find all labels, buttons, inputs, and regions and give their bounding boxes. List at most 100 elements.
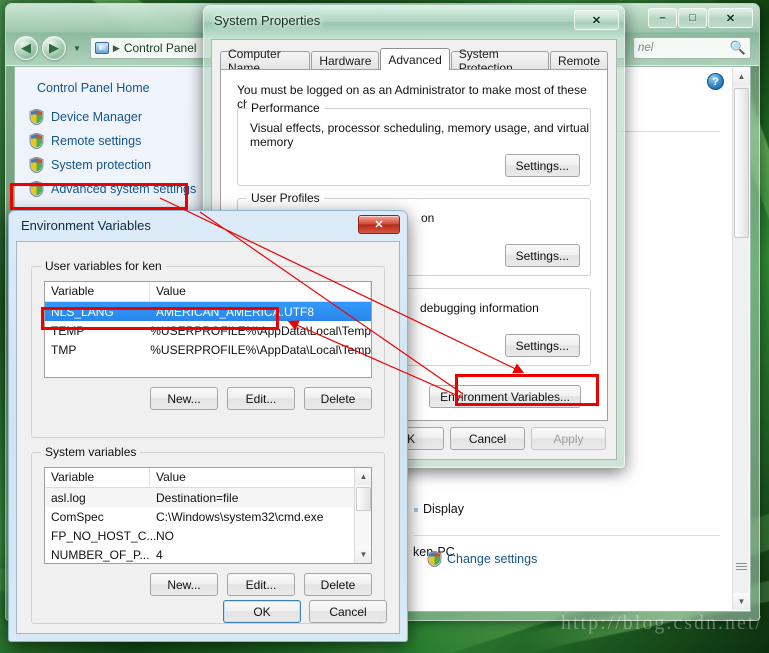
table-row[interactable]: asl.log Destination=file <box>45 488 371 507</box>
user-profiles-settings-button[interactable]: Settings... <box>504 244 580 267</box>
help-icon[interactable]: ? <box>707 73 724 90</box>
sidebar-item-label: Advanced system settings <box>51 182 197 196</box>
search-icon: 🔍 <box>729 40 746 55</box>
change-settings-label: Change settings <box>447 552 538 566</box>
table-row[interactable]: TEMP %USERPROFILE%\AppData\Local\Temp <box>45 321 371 340</box>
tab-advanced[interactable]: Advanced <box>380 48 450 70</box>
shield-icon <box>29 133 44 149</box>
maximize-button[interactable]: □ <box>678 8 707 28</box>
cell-variable: asl.log <box>51 490 86 505</box>
sidebar-item-home[interactable]: Control Panel Home <box>15 79 216 105</box>
cell-value: 4 <box>156 547 163 562</box>
tab-system-protection[interactable]: System Protection <box>450 47 549 75</box>
system-variables-scrollbar[interactable]: ▲ ▼ <box>354 468 371 563</box>
table-row[interactable]: TMP %USERPROFILE%\AppData\Local\Temp <box>45 340 371 359</box>
cell-value: Destination=file <box>156 490 239 505</box>
content-scrollbar[interactable]: ▲ ▼ <box>732 68 750 610</box>
cancel-button[interactable]: Cancel <box>450 427 525 450</box>
watermark: http://blog.csdn.net/ <box>561 612 763 634</box>
table-row[interactable]: ComSpec C:\Windows\system32\cmd.exe <box>45 507 371 526</box>
scrollbar-thumb[interactable] <box>356 487 371 511</box>
scroll-up-button[interactable]: ▲ <box>733 68 750 85</box>
env-close-button[interactable]: ✕ <box>358 215 400 234</box>
table-row[interactable]: FP_NO_HOST_C... NO <box>45 526 371 545</box>
column-header-variable[interactable]: Variable <box>45 282 150 301</box>
system-properties-tabstrip: Computer Name Hardware Advanced System P… <box>220 47 608 75</box>
tab-hardware[interactable]: Hardware <box>311 51 380 70</box>
sidebar-item-advanced-system-settings[interactable]: Advanced system settings <box>15 177 216 201</box>
tab-computer-name[interactable]: Computer Name <box>220 47 311 75</box>
back-button[interactable]: ◀ <box>14 36 38 60</box>
system-variables-buttons: New... Edit... Delete <box>150 573 372 596</box>
system-variables-group: System variables Variable Value asl.log … <box>31 445 385 624</box>
system-properties-caption-buttons: ✕ <box>574 10 619 30</box>
user-edit-button[interactable]: Edit... <box>227 387 295 410</box>
breadcrumb[interactable]: Control Panel <box>124 41 197 55</box>
user-profiles-description: on <box>421 211 435 225</box>
system-new-button[interactable]: New... <box>150 573 218 596</box>
scroll-up-button[interactable]: ▲ <box>355 468 371 485</box>
performance-settings-button[interactable]: Settings... <box>504 154 580 177</box>
system-variables-list[interactable]: Variable Value asl.log Destination=file … <box>44 467 372 564</box>
apply-button: Apply <box>531 427 606 450</box>
close-icon: ✕ <box>591 14 602 27</box>
system-delete-button[interactable]: Delete <box>304 573 372 596</box>
breadcrumb-separator-icon: ▶ <box>112 42 120 53</box>
table-row[interactable]: NUMBER_OF_P... 4 <box>45 545 371 563</box>
env-ok-button[interactable]: OK <box>223 600 301 623</box>
shield-icon <box>427 551 442 567</box>
system-variables-header: Variable Value <box>45 468 371 488</box>
tab-remote[interactable]: Remote <box>549 51 608 70</box>
shield-icon <box>29 157 44 173</box>
cell-variable: FP_NO_HOST_C... <box>51 528 157 543</box>
cell-variable: ComSpec <box>51 509 104 524</box>
user-delete-button[interactable]: Delete <box>304 387 372 410</box>
cell-value: %USERPROFILE%\AppData\Local\Temp <box>150 323 371 338</box>
maximize-icon: □ <box>689 12 696 24</box>
display-label: Display <box>423 502 464 516</box>
environment-variables-button[interactable]: Environment Variables... <box>429 385 581 408</box>
scrollbar-thumb[interactable] <box>734 88 749 238</box>
forward-icon: ▶ <box>49 40 59 55</box>
column-header-value[interactable]: Value <box>150 468 371 487</box>
performance-group: Performance Visual effects, processor sc… <box>237 101 591 186</box>
button-label: Settings... <box>515 338 569 353</box>
close-button[interactable]: ✕ <box>708 8 753 28</box>
button-label: Delete <box>320 391 356 406</box>
scroll-down-button[interactable]: ▼ <box>733 593 750 610</box>
performance-group-title: Performance <box>247 101 324 115</box>
change-settings-link[interactable]: Change settings <box>427 551 537 567</box>
button-label: Edit... <box>245 577 277 592</box>
recent-pages-dropdown[interactable]: ▼ <box>70 44 84 53</box>
column-header-value[interactable]: Value <box>150 282 371 301</box>
cell-variable: NLS_LANG <box>51 304 114 319</box>
cell-value: C:\Windows\system32\cmd.exe <box>156 509 324 524</box>
system-properties-close-button[interactable]: ✕ <box>574 10 619 30</box>
minimize-icon: – <box>659 12 666 24</box>
forward-button[interactable]: ▶ <box>42 36 66 60</box>
user-new-button[interactable]: New... <box>150 387 218 410</box>
sidebar-item-remote-settings[interactable]: Remote settings <box>15 129 216 153</box>
startup-recovery-description: debugging information <box>420 301 539 315</box>
minimize-button[interactable]: – <box>648 8 677 28</box>
user-variables-list[interactable]: Variable Value NLS_LANG AMERICAN_AMERICA… <box>44 281 372 378</box>
button-label: Cancel <box>468 431 507 446</box>
startup-recovery-settings-button[interactable]: Settings... <box>504 334 580 357</box>
button-label: Edit... <box>245 391 277 406</box>
system-properties-title: System Properties <box>214 13 321 28</box>
button-label: Apply <box>553 431 584 446</box>
table-row[interactable]: NLS_LANG AMERICAN_AMERICA.UTF8 <box>45 302 371 321</box>
search-input[interactable]: nel 🔍 <box>633 37 751 59</box>
tab-label: Remote <box>557 54 600 68</box>
button-label: OK <box>253 604 271 619</box>
close-icon: ✕ <box>725 12 736 25</box>
system-edit-button[interactable]: Edit... <box>227 573 295 596</box>
env-cancel-button[interactable]: Cancel <box>309 600 387 623</box>
scroll-down-button[interactable]: ▼ <box>355 546 371 563</box>
sidebar-item-device-manager[interactable]: Device Manager <box>15 105 216 129</box>
button-label: New... <box>167 391 201 406</box>
computer-icon <box>94 42 109 54</box>
sidebar-item-system-protection[interactable]: System protection <box>15 153 216 177</box>
column-header-variable[interactable]: Variable <box>45 468 150 487</box>
button-label: Settings... <box>515 158 569 173</box>
